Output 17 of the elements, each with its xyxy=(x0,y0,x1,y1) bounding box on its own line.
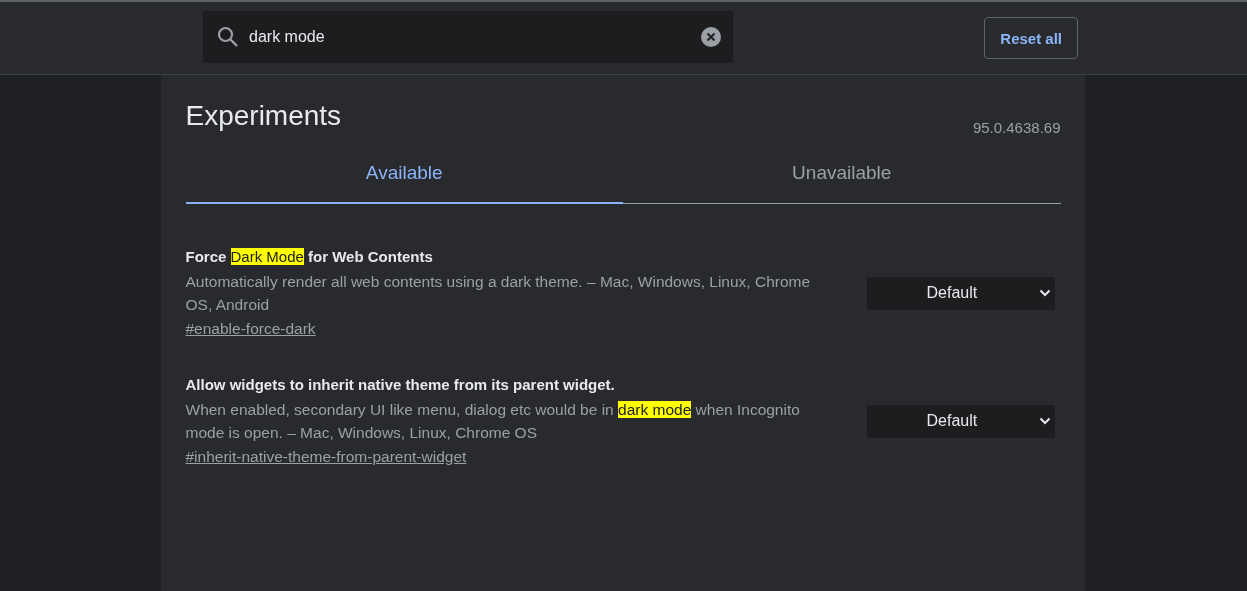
tab[interactable]: Unavailable xyxy=(623,162,1061,204)
experiment-title: Allow widgets to inherit native theme from its parent widget. xyxy=(185,376,616,393)
clear-icon[interactable] xyxy=(701,27,721,47)
experiment-dropdown[interactable]: Default xyxy=(866,404,1055,438)
experiment-title: Force Dark Mode for Web Contents xyxy=(185,248,434,265)
tab[interactable]: Available xyxy=(185,162,623,204)
chevron-down-icon xyxy=(1038,289,1051,297)
page-title: Experiments xyxy=(185,100,342,132)
chevron-down-icon xyxy=(1038,417,1051,425)
experiment-dropdown[interactable]: Default xyxy=(866,276,1055,310)
search-field[interactable]: dark mode xyxy=(203,11,733,63)
experiment-description: When enabled, secondary UI like menu, dialog etc would be in dark mode when Incognito mode is open. – Mac, Windows, Linux, Chrome OS xyxy=(185,400,801,443)
experiment-description: Automatically render all web contents using a dark theme. – Mac, Windows, Linux, Chrome OS, Android xyxy=(185,272,812,315)
version-text: 95.0.4638.69 xyxy=(972,119,1061,136)
experiment-link[interactable]: #enable-force-dark xyxy=(185,320,316,338)
experiment-link[interactable]: #inherit-native-theme-from-parent-widget xyxy=(185,448,467,466)
reset-all-button[interactable]: Reset all xyxy=(984,17,1078,59)
